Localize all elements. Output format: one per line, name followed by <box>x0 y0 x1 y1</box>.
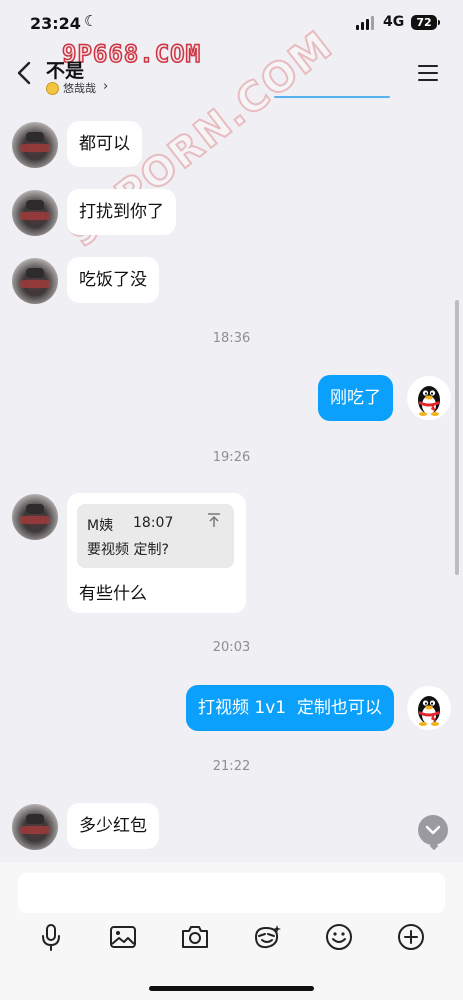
contact-avatar[interactable] <box>12 494 58 540</box>
camera-icon[interactable] <box>179 921 211 953</box>
chat-header: 不是 悠哉哉 › <box>0 48 463 100</box>
quoted-sender: M姨 <box>87 518 114 534</box>
message-bubble[interactable]: 多少红包 <box>67 803 159 849</box>
message-bubble-sent[interactable]: 打视频 1v1 定制也可以 <box>186 685 394 731</box>
message-bubble-sent[interactable]: 刚吃了 <box>318 375 393 421</box>
contact-avatar[interactable] <box>12 122 58 168</box>
contact-avatar[interactable] <box>12 258 58 304</box>
message-row: 刚吃了 <box>0 374 463 422</box>
message-bubble[interactable]: 打扰到你了 <box>67 189 176 235</box>
timestamp: 18:36 <box>212 331 251 346</box>
cellular-signal-icon <box>356 16 376 30</box>
quoted-time: 18:07 <box>133 515 174 531</box>
message-bubble[interactable]: 吃饭了没 <box>67 257 159 303</box>
timestamp: 19:26 <box>212 450 251 465</box>
image-icon[interactable] <box>107 921 139 953</box>
message-row: 打扰到你了 <box>0 188 463 236</box>
message-input[interactable] <box>18 873 445 913</box>
menu-button[interactable] <box>418 65 438 81</box>
message-bubble-with-quote[interactable]: M姨 18:07 要视频 定制? 有些什么 <box>67 493 246 613</box>
contact-avatar[interactable] <box>12 804 58 850</box>
timestamp: 20:03 <box>212 640 251 655</box>
chat-subtitle-text: 悠哉哉 <box>63 82 96 95</box>
do-not-disturb-moon-icon: ☾ <box>84 12 98 30</box>
message-text: 有些什么 <box>79 584 147 604</box>
status-emoji-icon <box>46 82 59 95</box>
chat-title[interactable]: 不是 <box>46 56 84 83</box>
battery-icon: 72 <box>411 15 440 30</box>
contact-avatar[interactable] <box>12 190 58 236</box>
sticker-icon[interactable] <box>251 921 283 953</box>
message-row: 都可以 <box>0 120 463 168</box>
quoted-text: 要视频 定制? <box>87 542 169 558</box>
network-type: 4G <box>383 14 405 30</box>
hamburger-icon <box>418 65 438 67</box>
quoted-message[interactable]: M姨 18:07 要视频 定制? <box>77 504 234 568</box>
plus-icon[interactable] <box>395 921 427 953</box>
chevron-down-icon <box>425 825 441 835</box>
my-avatar[interactable] <box>407 686 451 730</box>
message-bubble[interactable]: 都可以 <box>67 121 142 167</box>
penguin-icon <box>418 386 440 416</box>
chevron-left-icon <box>17 61 31 85</box>
message-row: 打视频 1v1 定制也可以 <box>0 684 463 732</box>
timestamp: 21:22 <box>212 759 251 774</box>
back-button[interactable] <box>14 60 38 86</box>
my-avatar[interactable] <box>407 376 451 420</box>
chevron-right-icon: › <box>103 79 109 94</box>
scroll-indicator[interactable] <box>455 300 459 575</box>
message-row: M姨 18:07 要视频 定制? 有些什么 <box>0 492 463 614</box>
microphone-icon[interactable] <box>35 921 67 953</box>
jump-to-quote-icon[interactable] <box>207 512 221 528</box>
scroll-to-bottom-button[interactable] <box>418 815 448 845</box>
previous-bubble-edge <box>274 96 390 98</box>
message-row: 多少红包 <box>0 802 463 850</box>
status-time: 23:24 <box>30 14 81 33</box>
home-indicator <box>149 986 314 991</box>
penguin-icon <box>418 696 440 726</box>
input-area <box>0 862 463 1000</box>
emoji-icon[interactable] <box>323 921 355 953</box>
message-row: 吃饭了没 <box>0 256 463 304</box>
